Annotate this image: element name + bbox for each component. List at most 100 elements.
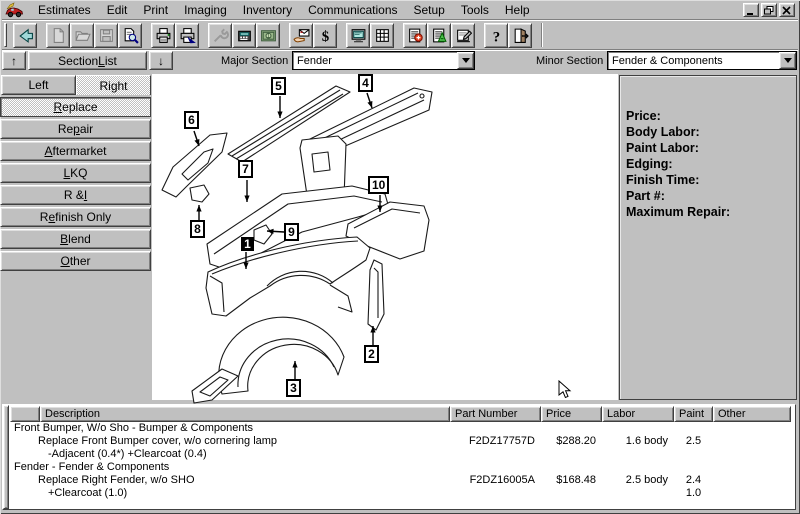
menu-estimates[interactable]: Estimates xyxy=(30,1,99,19)
cell-other xyxy=(713,487,791,500)
send-estimate-icon xyxy=(292,28,309,42)
table-row[interactable]: +Clearcoat (1.0) 1.0 xyxy=(10,487,791,500)
table-row[interactable]: Fender - Fender & Components xyxy=(10,461,791,474)
close-button[interactable] xyxy=(779,3,795,17)
money-button[interactable]: 1 xyxy=(256,22,280,48)
cell-description: Replace Front Bumper cover, w/o cornerin… xyxy=(38,435,278,447)
print-setup-icon xyxy=(180,27,196,43)
section-down-button[interactable]: ↓ xyxy=(149,51,173,70)
minimize-button[interactable] xyxy=(743,3,759,17)
sidebar-button-other[interactable]: Other xyxy=(0,251,151,271)
menu-edit[interactable]: Edit xyxy=(99,1,136,19)
callout-10[interactable]: 10 xyxy=(367,176,390,194)
open-folder-icon xyxy=(74,30,91,41)
info-field-body-labor-: Body Labor: xyxy=(626,125,700,139)
cell-part-number: F2DZ17757D xyxy=(468,435,535,447)
cell-part-number xyxy=(450,422,541,435)
wrench-icon xyxy=(213,28,229,42)
callout-6[interactable]: 6 xyxy=(184,111,199,129)
callout-7[interactable]: 7 xyxy=(238,160,253,178)
monitor-button[interactable] xyxy=(346,22,370,48)
help-button[interactable]: ? xyxy=(484,22,508,48)
sidebar-button-refinish-only[interactable]: Re finish Only xyxy=(0,207,151,227)
sign-document-icon xyxy=(456,29,472,42)
callout-4[interactable]: 4 xyxy=(358,74,373,92)
table-row[interactable]: Replace Front Bumper cover, w/o cornerin… xyxy=(10,435,791,448)
cell-other xyxy=(713,461,791,474)
major-section-dropdown-icon[interactable] xyxy=(457,52,474,69)
print-setup-button[interactable] xyxy=(175,22,199,48)
svg-text:1: 1 xyxy=(267,33,270,39)
exit-button[interactable] xyxy=(508,22,532,48)
minor-section-combo[interactable]: Fender & Components xyxy=(607,51,797,70)
column-header-gutter xyxy=(10,406,40,422)
car-icon xyxy=(5,2,23,18)
minor-section-dropdown-icon[interactable] xyxy=(779,52,796,69)
parts-diagram: 1 2 3 4 5 6 7 8 9 10 xyxy=(152,74,618,404)
totals-green-button[interactable] xyxy=(427,22,451,48)
major-section-combo[interactable]: Fender xyxy=(292,51,475,70)
cell-part-number xyxy=(450,461,541,474)
cell-price xyxy=(541,487,602,500)
menu-communications[interactable]: Communications xyxy=(300,1,405,19)
cell-paint xyxy=(674,422,713,435)
section-list-button[interactable]: Section List xyxy=(28,51,147,70)
restore-button[interactable] xyxy=(761,3,777,17)
callout-8[interactable]: 8 xyxy=(190,220,205,238)
sidebar-button-aftermarket[interactable]: Aftermarket xyxy=(0,141,151,161)
table-row[interactable]: Replace Right Fender, w/o SHO F2DZ16005A $… xyxy=(10,474,791,487)
callout-1[interactable]: 1 xyxy=(241,237,254,251)
monitor-icon xyxy=(351,28,365,42)
sign-document-button[interactable] xyxy=(451,22,475,48)
menu-setup[interactable]: Setup xyxy=(406,1,453,19)
sidebar-button-replace[interactable]: Replace xyxy=(0,97,151,117)
part-info-panel: Price: Body Labor: Paint Labor: Edging: Fini… xyxy=(619,75,797,400)
send-estimate-button[interactable] xyxy=(289,22,313,48)
sidebar-button-lkq[interactable]: L KQ xyxy=(0,163,151,183)
tab-left[interactable]: Left xyxy=(1,75,76,95)
grid-button[interactable] xyxy=(370,22,394,48)
menu-tools[interactable]: Tools xyxy=(453,1,497,19)
sidebar-button-r-i[interactable]: R & I xyxy=(0,185,151,205)
back-button[interactable] xyxy=(13,22,37,48)
cash-register-button[interactable] xyxy=(232,22,256,48)
sidebar-button-repair[interactable]: Re p air xyxy=(0,119,151,139)
tab-right[interactable]: Right xyxy=(76,75,151,95)
dollar-button[interactable]: $ xyxy=(313,22,337,48)
print-preview-button[interactable] xyxy=(118,22,142,48)
cell-paint: 2.4 xyxy=(685,474,702,486)
menu-inventory[interactable]: Inventory xyxy=(235,1,300,19)
menu-print[interactable]: Print xyxy=(135,1,176,19)
grid-icon xyxy=(375,28,389,42)
section-up-button[interactable]: ↑ xyxy=(2,51,26,70)
column-header-paint: Paint xyxy=(674,406,713,422)
major-section-value: Fender xyxy=(297,54,332,67)
wrench-button[interactable] xyxy=(208,22,232,48)
sidebar-button-blend[interactable]: Blend xyxy=(0,229,151,249)
cell-labor xyxy=(602,422,674,435)
callout-5[interactable]: 5 xyxy=(271,77,286,95)
toolbar-grip[interactable] xyxy=(4,23,7,47)
exit-icon xyxy=(514,27,529,43)
menu-help[interactable]: Help xyxy=(497,1,538,19)
cell-labor: 2.5 body xyxy=(625,474,668,486)
cell-description: Front Bumper, W/o Sho - Bumper & Compone… xyxy=(14,422,254,434)
callout-9[interactable]: 9 xyxy=(284,223,299,241)
fender-exploded-drawing xyxy=(161,85,433,404)
cell-description: Fender - Fender & Components xyxy=(14,461,170,473)
toolbar-group xyxy=(46,22,142,48)
cell-labor xyxy=(602,487,674,500)
help-icon: ? xyxy=(492,29,499,44)
callout-3[interactable]: 3 xyxy=(286,379,301,397)
new-document-button xyxy=(46,22,70,48)
callout-2[interactable]: 2 xyxy=(364,345,379,363)
table-row[interactable]: Front Bumper, W/o Sho - Bumper & Compone… xyxy=(10,422,791,435)
info-field-price-: Price: xyxy=(626,109,661,123)
totals-red-button[interactable] xyxy=(403,22,427,48)
print-button[interactable] xyxy=(151,22,175,48)
cell-paint: 2.5 xyxy=(685,435,702,447)
table-row[interactable]: -Adjacent (0.4*) +Clearcoat (0.4) xyxy=(10,448,791,461)
svg-text:?: ? xyxy=(492,29,499,44)
cell-description: +Clearcoat (1.0) xyxy=(48,487,128,499)
menu-imaging[interactable]: Imaging xyxy=(176,1,235,19)
